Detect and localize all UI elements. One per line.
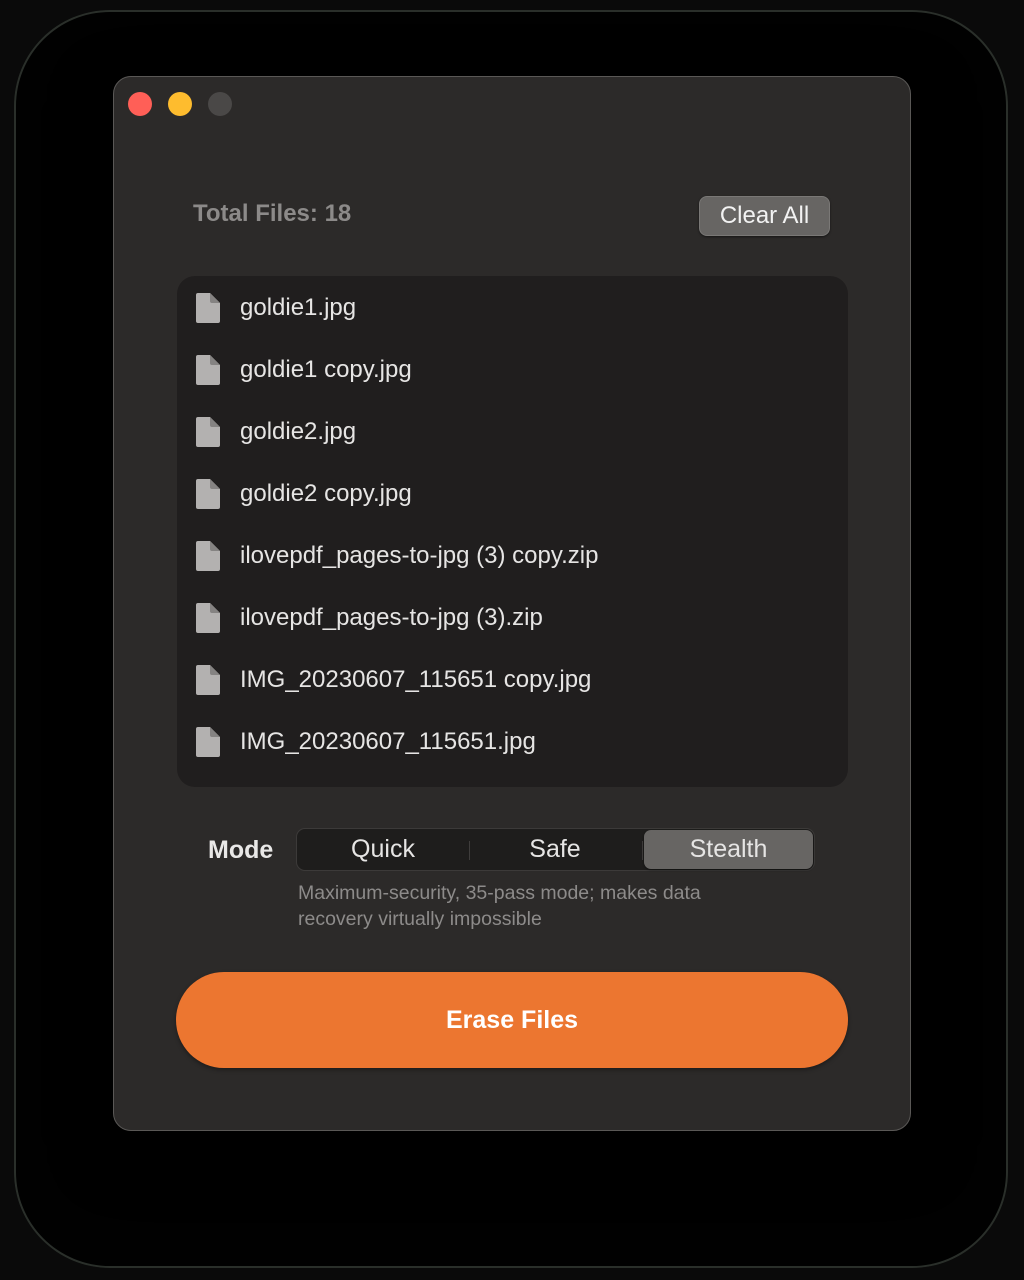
file-list-item[interactable]: ilovepdf_pages-to-jpg (3) copy.zip bbox=[177, 525, 848, 587]
file-name: IMG_20230607_115651 copy.jpg bbox=[240, 666, 592, 693]
file-list-item[interactable]: goldie2 copy.jpg bbox=[177, 463, 848, 525]
document-icon bbox=[196, 417, 220, 447]
total-files-count: Total Files: 18 bbox=[193, 200, 352, 227]
file-name: IMG_20230607_115651.jpg bbox=[240, 728, 536, 755]
file-list-item[interactable]: goldie1.jpg bbox=[177, 277, 848, 339]
mode-description: Maximum-security, 35-pass mode; makes da… bbox=[298, 880, 798, 932]
file-name: goldie1 copy.jpg bbox=[240, 356, 412, 383]
mode-option-quick[interactable]: Quick bbox=[298, 830, 468, 869]
erase-files-button[interactable]: Erase Files bbox=[176, 972, 848, 1068]
file-name: ilovepdf_pages-to-jpg (3) copy.zip bbox=[240, 542, 599, 569]
file-list[interactable]: goldie1.jpg goldie1 copy.jpg goldie2.jpg… bbox=[177, 276, 848, 787]
window-close-button[interactable] bbox=[128, 92, 152, 116]
mode-description-line: Maximum-security, 35-pass mode; makes da… bbox=[298, 882, 701, 904]
document-icon bbox=[196, 727, 220, 757]
mode-option-stealth[interactable]: Stealth bbox=[644, 830, 813, 869]
mode-option-safe[interactable]: Safe bbox=[470, 830, 640, 869]
document-icon bbox=[196, 479, 220, 509]
document-icon bbox=[196, 603, 220, 633]
document-icon bbox=[196, 355, 220, 385]
file-name: goldie2.jpg bbox=[240, 418, 357, 445]
file-list-item[interactable]: goldie2.jpg bbox=[177, 401, 848, 463]
file-name: ilovepdf_pages-to-jpg (3).zip bbox=[240, 604, 543, 631]
segment-divider bbox=[642, 841, 643, 860]
document-icon bbox=[196, 293, 220, 323]
file-list-item[interactable]: goldie1 copy.jpg bbox=[177, 339, 848, 401]
clear-all-button[interactable]: Clear All bbox=[699, 196, 830, 236]
document-icon bbox=[196, 541, 220, 571]
file-name: goldie1.jpg bbox=[240, 294, 357, 321]
window-minimize-button[interactable] bbox=[168, 92, 192, 116]
window-zoom-button[interactable] bbox=[208, 92, 232, 116]
file-list-item[interactable]: ilovepdf_pages-to-jpg (3).zip bbox=[177, 587, 848, 649]
mode-description-line: recovery virtually impossible bbox=[298, 908, 542, 930]
mode-label: Mode bbox=[208, 836, 274, 864]
file-list-item[interactable]: IMG_20230607_115651 copy.jpg bbox=[177, 649, 848, 711]
mode-segmented-control[interactable]: Quick Safe Stealth bbox=[296, 828, 815, 871]
document-icon bbox=[196, 665, 220, 695]
file-list-item[interactable]: IMG_20230607_115651.jpg bbox=[177, 711, 848, 773]
file-name: goldie2 copy.jpg bbox=[240, 480, 412, 507]
